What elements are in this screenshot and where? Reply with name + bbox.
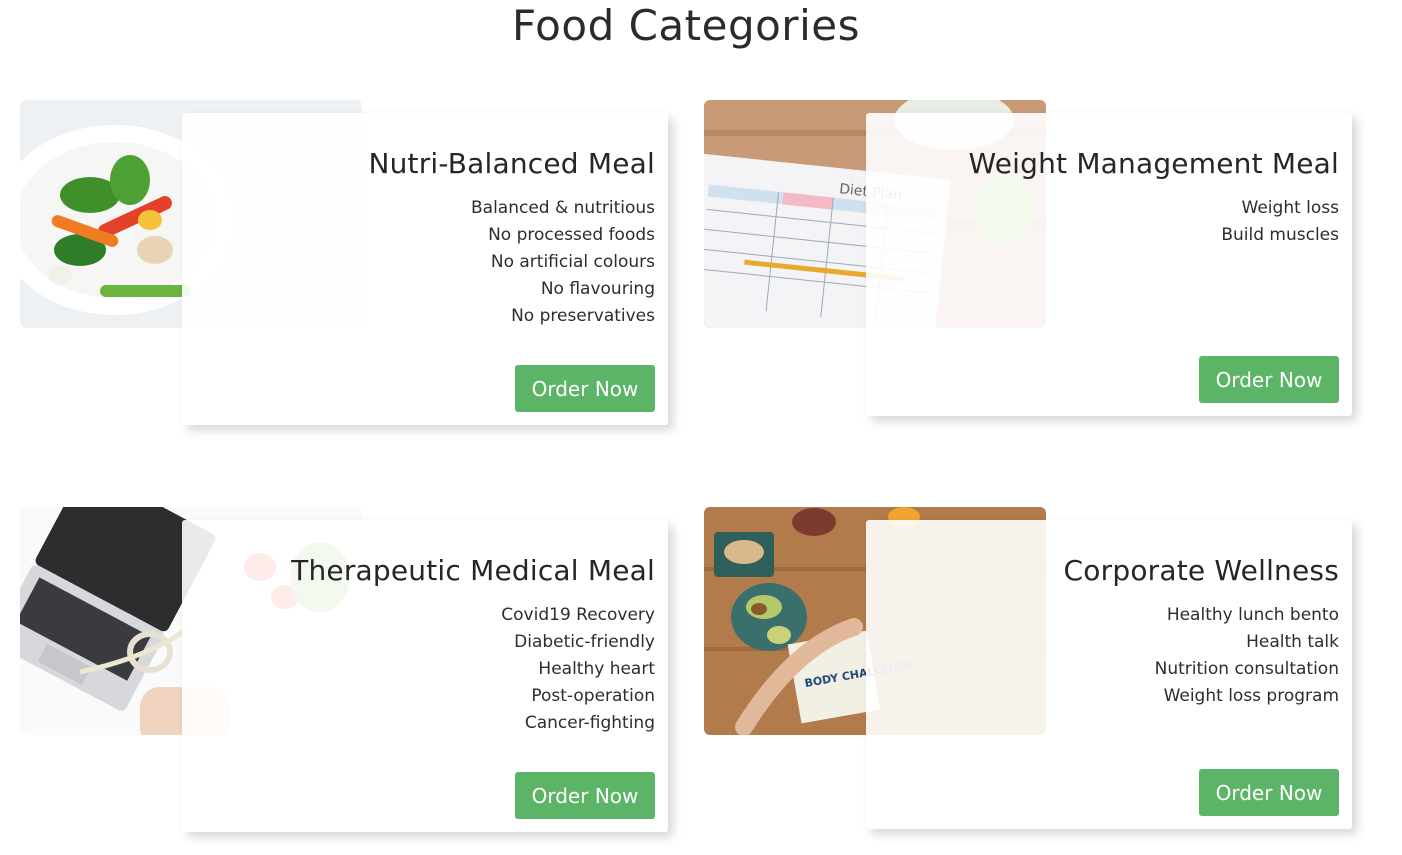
category-card-nutri-balanced: Nutri-Balanced Meal Balanced & nutritiou… <box>20 100 700 426</box>
order-now-button[interactable]: Order Now <box>515 365 655 412</box>
order-now-button[interactable]: Order Now <box>515 772 655 819</box>
feature-item: Weight loss <box>1241 198 1339 218</box>
category-card-therapeutic-medical: Therapeutic Medical Meal Covid19 Recover… <box>20 507 700 833</box>
card-info-panel: Corporate Wellness Healthy lunch bento H… <box>866 520 1352 829</box>
card-title: Corporate Wellness <box>1063 554 1339 587</box>
feature-item: No artificial colours <box>490 252 655 272</box>
feature-item: Diabetic-friendly <box>514 632 655 652</box>
feature-list: Covid19 Recovery Diabetic-friendly Healt… <box>501 602 655 737</box>
order-now-button[interactable]: Order Now <box>1199 356 1339 403</box>
order-now-button[interactable]: Order Now <box>1199 769 1339 816</box>
feature-item: Balanced & nutritious <box>470 198 655 218</box>
card-info-panel: Weight Management Meal Weight loss Build… <box>866 113 1352 416</box>
feature-item: Post-operation <box>531 686 655 706</box>
feature-item: Healthy heart <box>538 659 655 679</box>
card-title: Therapeutic Medical Meal <box>291 554 655 587</box>
feature-item: Build muscles <box>1221 225 1339 245</box>
feature-item: Cancer-fighting <box>524 713 655 733</box>
card-info-panel: Nutri-Balanced Meal Balanced & nutritiou… <box>182 113 668 425</box>
category-card-weight-management: Diet Plan Weight Management Meal Weight … <box>704 100 1384 417</box>
feature-item: Health talk <box>1246 632 1339 652</box>
feature-list: Weight loss Build muscles <box>1221 195 1339 249</box>
card-info-panel: Therapeutic Medical Meal Covid19 Recover… <box>182 520 668 832</box>
feature-item: No flavouring <box>540 279 655 299</box>
feature-list: Balanced & nutritious No processed foods… <box>471 195 655 330</box>
feature-item: Nutrition consultation <box>1154 659 1339 679</box>
feature-item: Healthy lunch bento <box>1166 605 1339 625</box>
card-title: Weight Management Meal <box>968 147 1339 180</box>
feature-item: No processed foods <box>488 225 655 245</box>
feature-item: No preservatives <box>511 306 655 326</box>
feature-list: Healthy lunch bento Health talk Nutritio… <box>1155 602 1339 710</box>
card-title: Nutri-Balanced Meal <box>368 147 655 180</box>
feature-item: Weight loss program <box>1163 686 1339 706</box>
feature-item: Covid19 Recovery <box>501 605 655 625</box>
page-title: Food Categories <box>512 1 860 50</box>
category-card-corporate-wellness: BODY CHALLENGE Corporate Wellness Health… <box>704 507 1384 830</box>
